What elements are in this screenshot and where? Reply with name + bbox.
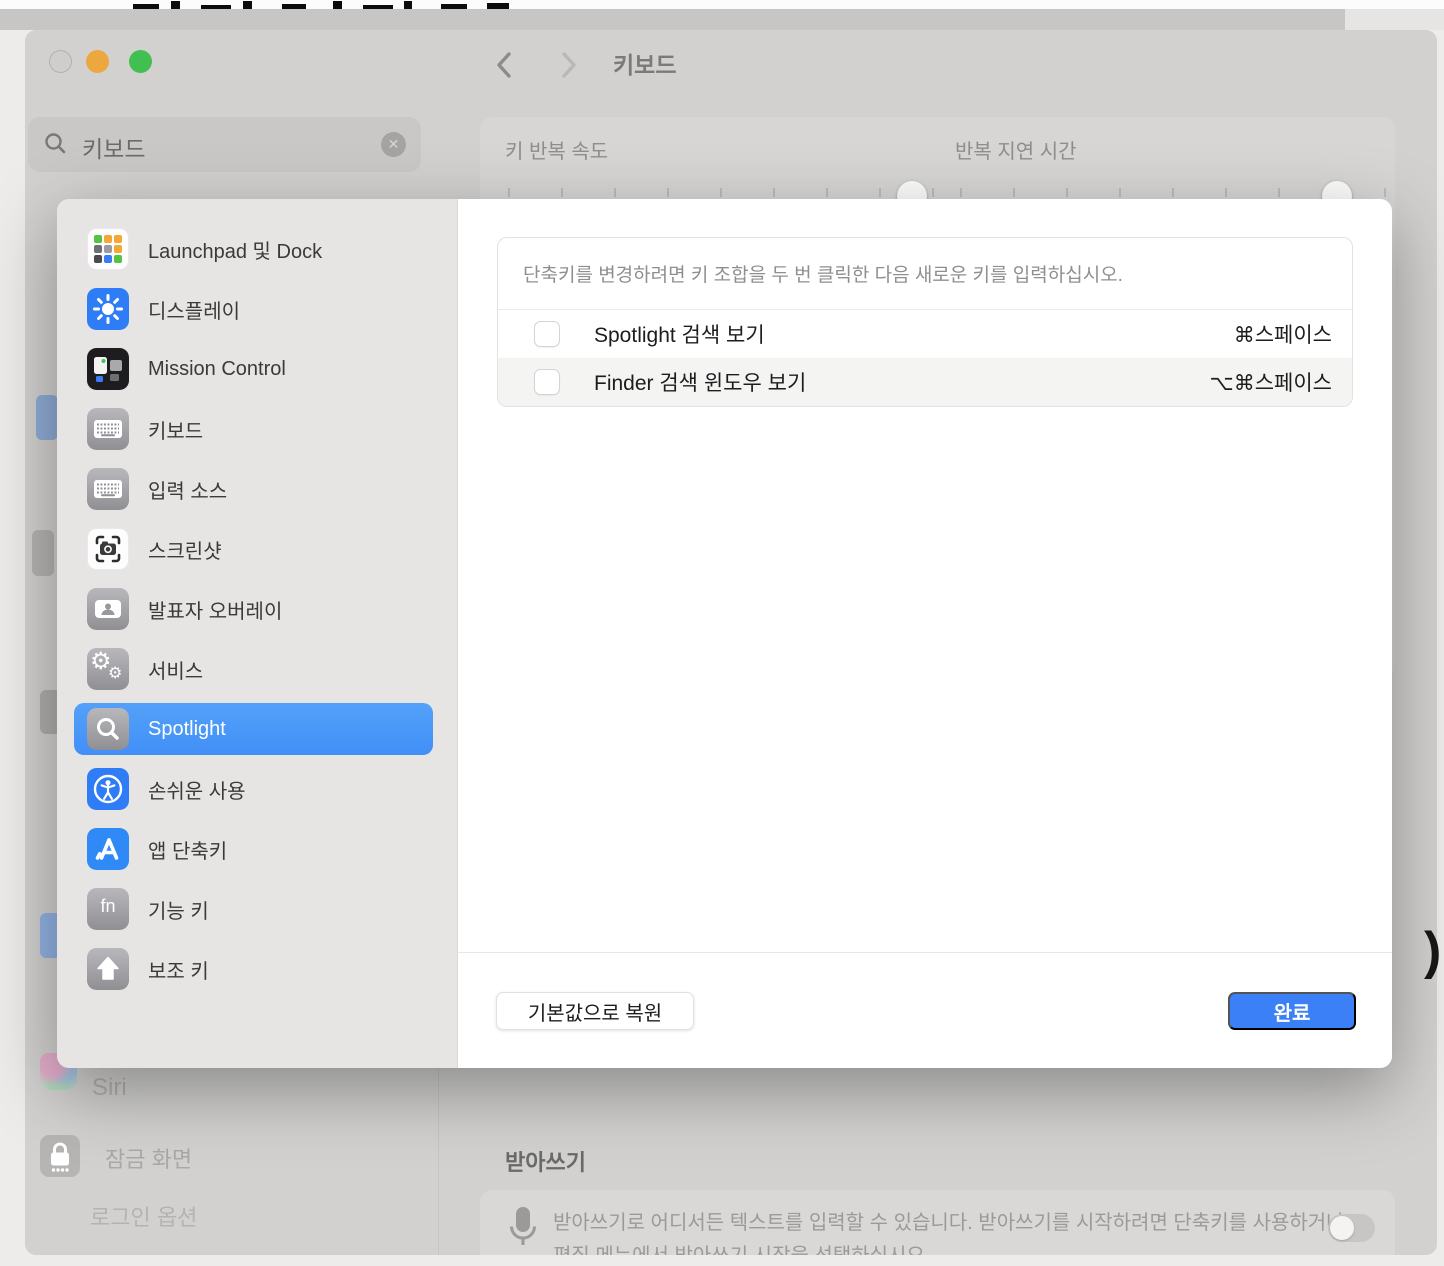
background-strip [0,9,1444,30]
function-keys-icon: fn [87,888,129,930]
partial-sidebar-icon [36,395,58,440]
microphone-icon [505,1202,541,1255]
sidebar-item-function-keys[interactable]: fn 기능 키 [74,883,433,935]
display-icon [87,288,129,330]
keyboard-icon [87,408,129,450]
sidebar-item-siri[interactable]: Siri [92,1074,127,1102]
modifier-keys-icon [87,948,129,990]
footer-divider [458,952,1392,953]
sidebar-item-mission-control[interactable]: Mission Control [74,343,433,395]
sidebar-item-screenshot[interactable]: 스크린샷 [74,523,433,575]
sidebar-item-accessibility[interactable]: 손쉬운 사용 [74,763,433,815]
background-strip-right [1345,9,1444,30]
close-button[interactable] [49,50,72,73]
sidebar-item-lock-screen[interactable]: 잠금 화면 [105,1142,192,1174]
key-repeat-slider-ticks [508,188,934,197]
partial-sidebar-icon [32,530,54,576]
spotlight-icon [87,708,129,750]
dictation-heading: 받아쓰기 [505,1145,586,1177]
sidebar-item-launchpad[interactable]: Launchpad 및 Dock [74,223,433,275]
sidebar-item-modifier-keys[interactable]: 보조 키 [74,943,433,995]
sidebar-item-display[interactable]: 디스플레이 [74,283,433,335]
shortcut-list-panel: 단축키를 변경하려면 키 조합을 두 번 클릭한 다음 새로운 키를 입력하십시… [497,237,1353,407]
shortcut-row[interactable]: Finder 검색 윈도우 보기 ⌥⌘스페이스 [498,358,1352,406]
shortcut-label: Finder 검색 윈도우 보기 [594,367,806,397]
sidebar-item-services[interactable]: ⚙⚙ 서비스 [74,643,433,695]
search-input[interactable]: 키보드 ✕ [28,117,421,172]
sidebar-item-input-sources[interactable]: 입력 소스 [74,463,433,515]
search-icon [44,132,67,160]
forward-button[interactable] [553,46,583,89]
sidebar-content-divider [438,1068,439,1255]
clear-search-icon[interactable]: ✕ [381,132,406,157]
zoom-button[interactable] [129,50,152,73]
app-shortcuts-icon [87,828,129,870]
restore-defaults-button[interactable]: 기본값으로 복원 [496,992,694,1030]
sidebar-item-spotlight[interactable]: Spotlight [74,703,433,755]
search-value: 키보드 [82,130,145,164]
dictation-description-line1: 받아쓰기로 어디서든 텍스트를 입력할 수 있습니다. 받아쓰기를 시작하려면 … [553,1206,1345,1235]
input-sources-icon [87,468,129,510]
shortcut-keys: ⌥⌘스페이스 [1210,367,1352,397]
shortcut-row[interactable]: Spotlight 검색 보기 ⌘스페이스 [498,310,1352,358]
minimize-button[interactable] [86,50,109,73]
shortcuts-content: 단축키를 변경하려면 키 조합을 두 번 클릭한 다음 새로운 키를 입력하십시… [458,199,1392,1068]
back-button[interactable] [490,46,520,89]
shortcuts-sidebar: Launchpad 및 Dock 디스플레이 Mission Control 키… [57,199,458,1068]
sidebar-item-app-shortcuts[interactable]: 앱 단축키 [74,823,433,875]
instruction-text: 단축키를 변경하려면 키 조합을 두 번 클릭한 다음 새로운 키를 입력하십시… [498,238,1352,310]
screenshot-icon [87,528,129,570]
shortcut-checkbox[interactable] [534,321,560,347]
screen: 키보드 ✕ 키보드 키 반복 속도 반복 지연 시간 Siri 잠금 화면 [0,0,1444,1266]
services-icon: ⚙⚙ [87,648,129,690]
toggle-knob [1330,1216,1354,1240]
done-button[interactable]: 완료 [1228,992,1356,1030]
accessibility-icon [87,768,129,810]
shortcut-label: Spotlight 검색 보기 [594,319,765,349]
shortcut-checkbox[interactable] [534,369,560,395]
mission-control-icon [87,348,129,390]
sidebar-item-presenter-overlay[interactable]: 발표자 오버레이 [74,583,433,635]
dictation-panel: 받아쓰기로 어디서든 텍스트를 입력할 수 있습니다. 받아쓰기를 시작하려면 … [480,1190,1395,1255]
key-repeat-label: 키 반복 속도 [505,135,608,164]
clipped-glyph: ) [1424,921,1441,981]
page-title: 키보드 [613,46,676,80]
launchpad-icon [87,228,129,270]
sidebar-item-keyboard[interactable]: 키보드 [74,403,433,455]
shortcut-keys: ⌘스페이스 [1234,319,1352,349]
keyboard-shortcuts-sheet: Launchpad 및 Dock 디스플레이 Mission Control 키… [57,199,1392,1068]
lock-icon [40,1135,80,1177]
sidebar-item-login-options[interactable]: 로그인 옵션 [90,1200,197,1232]
presenter-overlay-icon [87,588,129,630]
dictation-toggle[interactable] [1328,1214,1375,1242]
clipped-content-strip [0,0,1444,9]
dictation-description-line2: 편집 메뉴에서 받아쓰기 시작을 선택하십시오. [553,1239,930,1255]
repeat-delay-label: 반복 지연 시간 [955,135,1077,164]
